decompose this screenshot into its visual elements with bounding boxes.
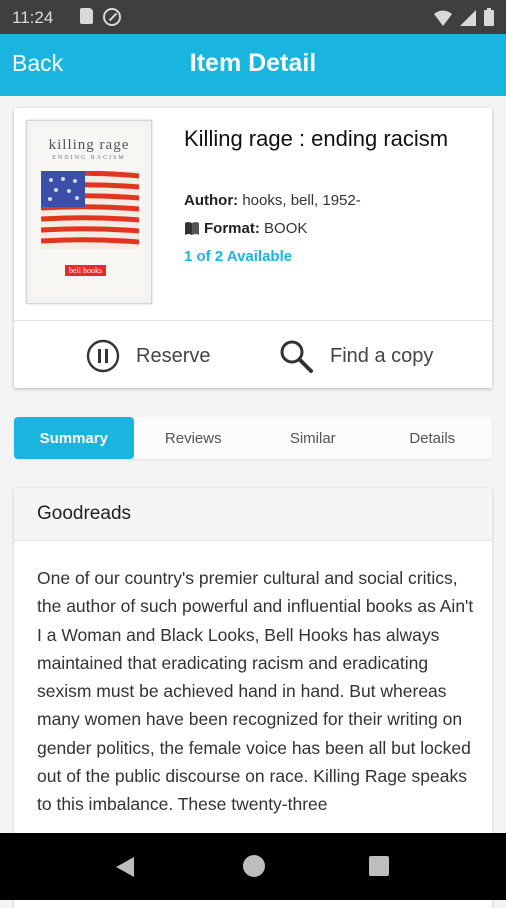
tab-details[interactable]: Details — [373, 417, 493, 459]
tab-summary[interactable]: Summary — [14, 417, 134, 459]
cover-title: killing rage — [48, 137, 130, 153]
app-bar: Back Item Detail — [0, 34, 506, 96]
format-label: Format: — [204, 220, 260, 237]
author-line: Author: hooks, bell, 1952- — [184, 192, 361, 209]
flag-illustration — [41, 171, 139, 249]
card-divider — [14, 320, 492, 321]
signal-icon — [460, 10, 476, 26]
find-a-copy-label: Find a copy — [330, 344, 434, 367]
book-cover[interactable]: killing rage ENDING RACISM bell hooks — [26, 120, 152, 304]
reserve-label: Reserve — [136, 344, 211, 367]
nav-recents-icon[interactable] — [369, 856, 389, 876]
tab-similar[interactable]: Similar — [253, 417, 373, 459]
do-not-disturb-icon — [103, 8, 121, 26]
book-icon — [185, 222, 199, 235]
system-nav-bar — [0, 833, 506, 900]
status-time: 11:24 — [12, 8, 54, 27]
reserve-button[interactable]: Reserve — [86, 334, 210, 378]
tab-reviews[interactable]: Reviews — [134, 417, 254, 459]
availability-status[interactable]: 1 of 2 Available — [184, 248, 292, 265]
wifi-icon — [434, 10, 452, 26]
summary-heading: Goodreads — [14, 488, 492, 541]
status-bar: 11:24 — [0, 0, 506, 34]
author-value: hooks, bell, 1952- — [242, 192, 361, 209]
find-a-copy-button[interactable]: Find a copy — [278, 334, 433, 378]
sd-card-icon — [80, 8, 93, 24]
search-icon — [280, 340, 313, 373]
pause-circle-icon — [86, 339, 120, 373]
nav-home-icon[interactable] — [243, 855, 265, 877]
cover-author: bell hooks — [65, 265, 107, 276]
format-line: Format: BOOK — [184, 220, 307, 237]
battery-icon — [484, 8, 494, 26]
summary-text: One of our country's premier cultural an… — [37, 568, 474, 815]
book-title: Killing rage : ending racism — [184, 126, 449, 151]
item-card: killing rage ENDING RACISM bell hooks Ki… — [14, 108, 492, 388]
page-title: Item Detail — [189, 49, 317, 77]
author-label: Author: — [184, 192, 239, 209]
cover-subtitle: ENDING RACISM — [52, 155, 126, 161]
nav-back-icon[interactable] — [114, 855, 136, 879]
detail-tabs: Summary Reviews Similar Details — [14, 417, 492, 459]
format-value: BOOK — [264, 220, 308, 237]
